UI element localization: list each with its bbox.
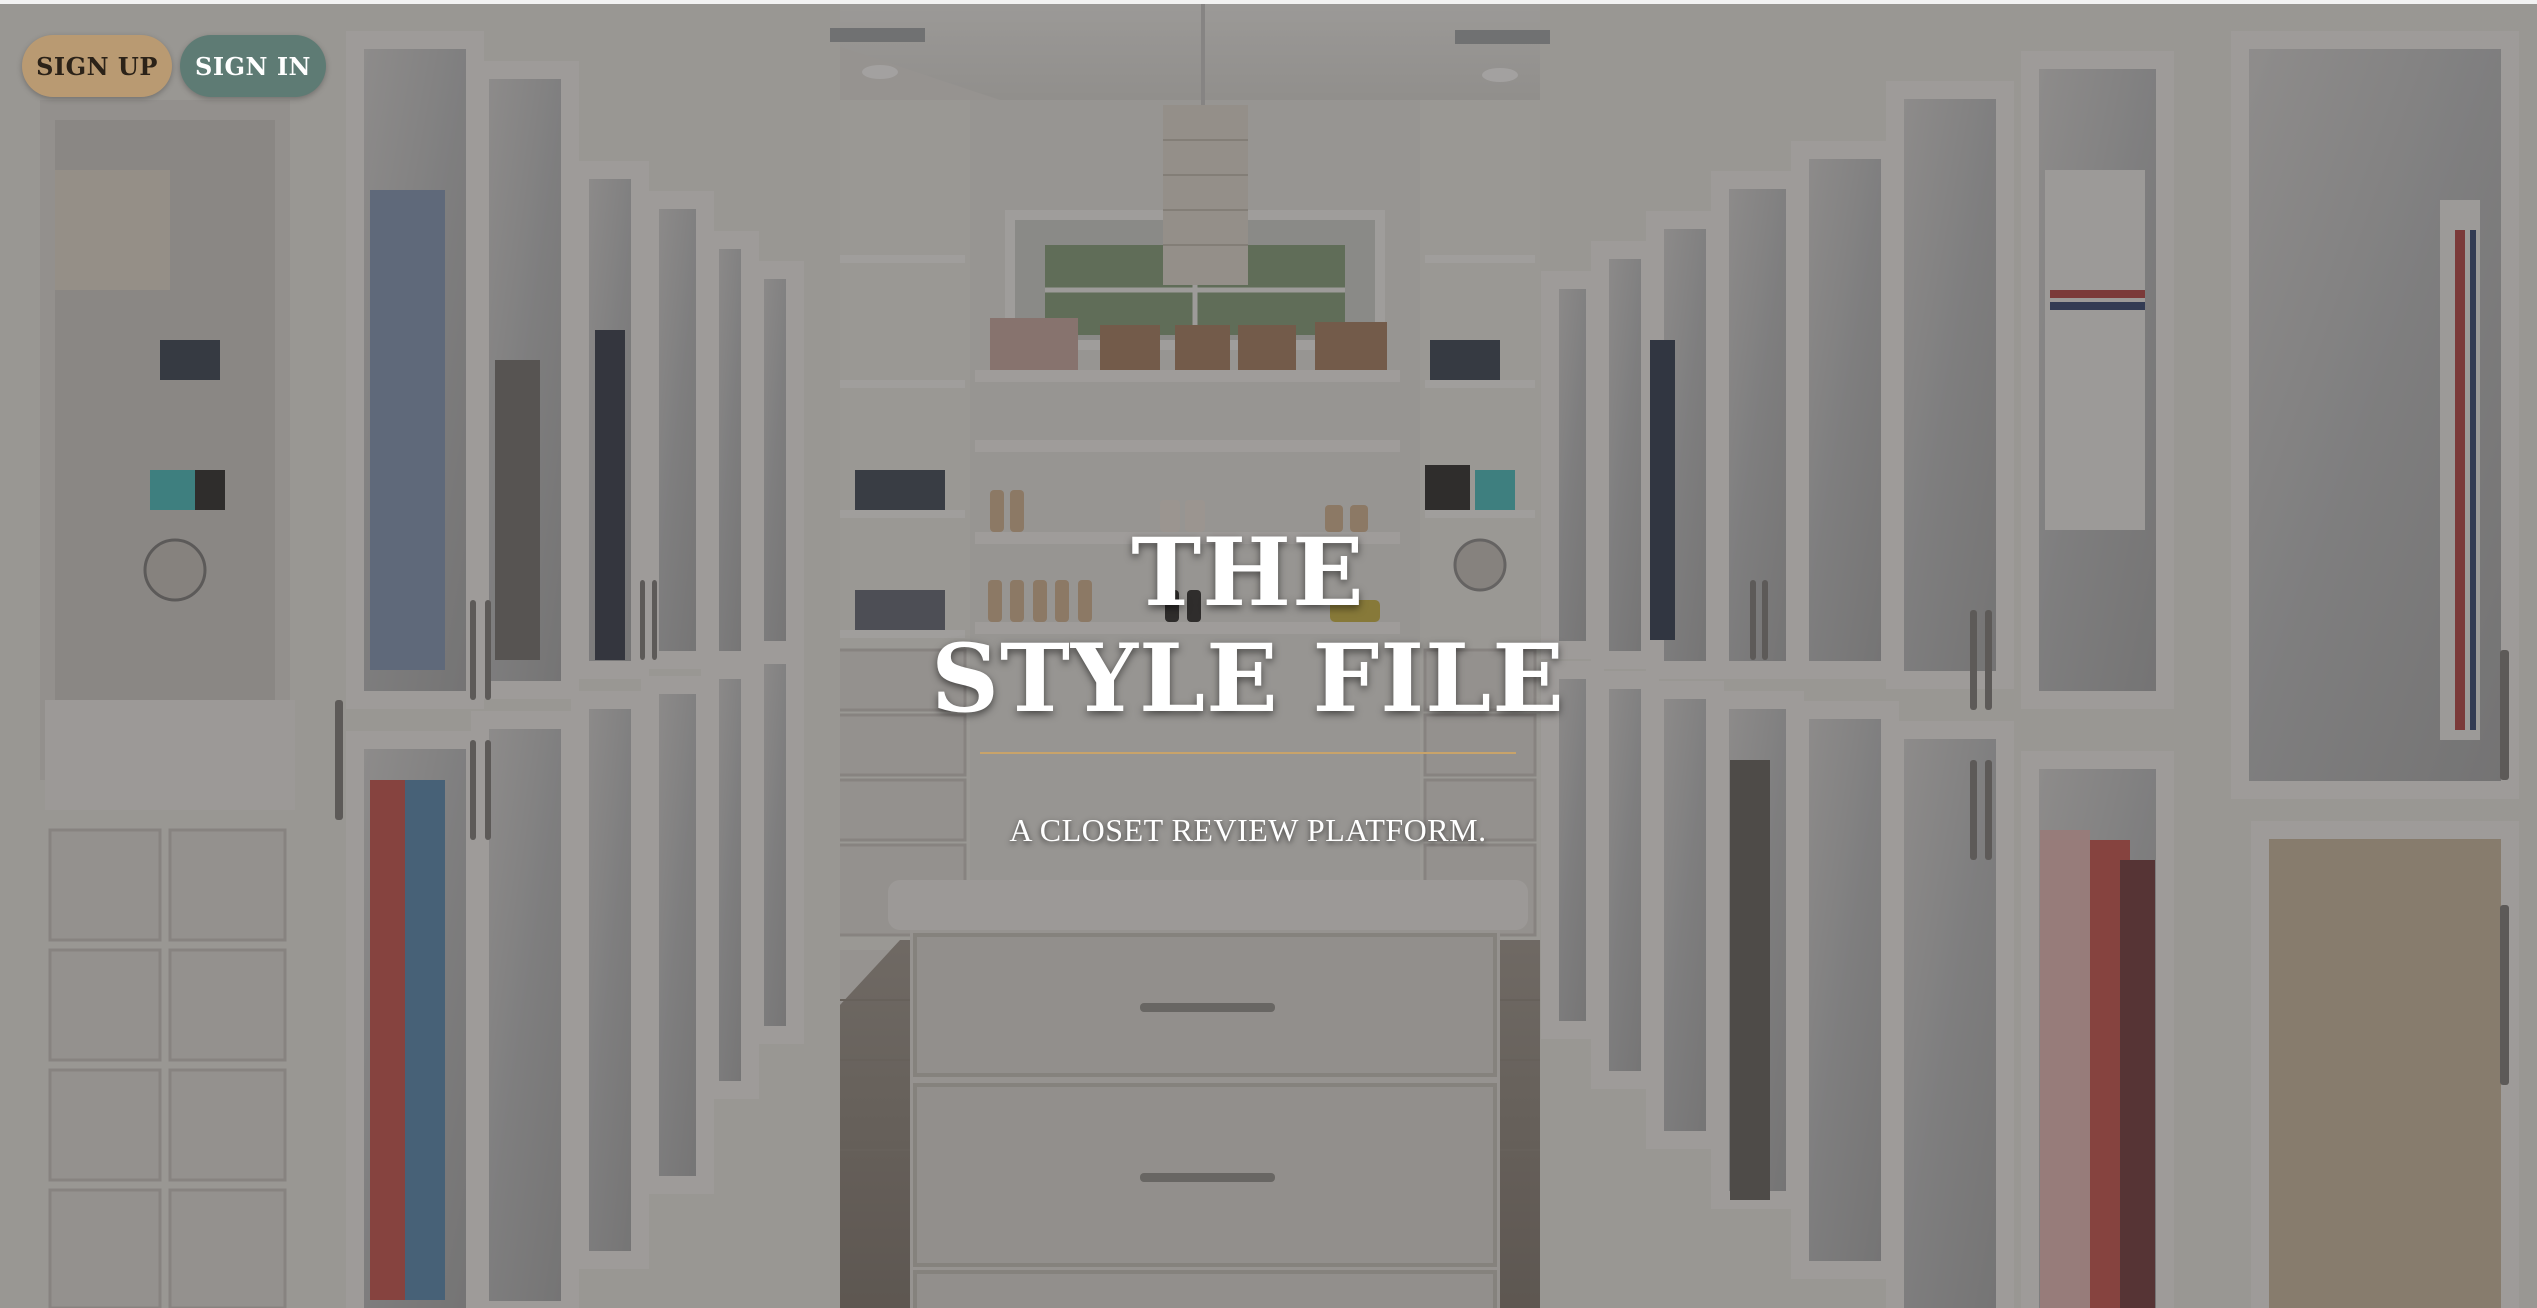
site-title-line-1: THE [1131, 518, 1365, 628]
sign-in-button[interactable]: SIGN IN [180, 35, 326, 97]
site-title: THE STYLE FILE [918, 520, 1578, 732]
title-divider [980, 752, 1516, 754]
sign-up-button[interactable]: SIGN UP [22, 35, 172, 97]
auth-buttons: SIGN UP SIGN IN [22, 35, 326, 97]
landing-page: SIGN UP SIGN IN THE STYLE FILE A CLOSET … [0, 0, 2537, 1308]
hero-section: THE STYLE FILE A CLOSET REVIEW PLATFORM. [918, 520, 1578, 849]
site-title-line-2: STYLE FILE [931, 624, 1565, 734]
site-tagline: A CLOSET REVIEW PLATFORM. [1009, 812, 1487, 848]
